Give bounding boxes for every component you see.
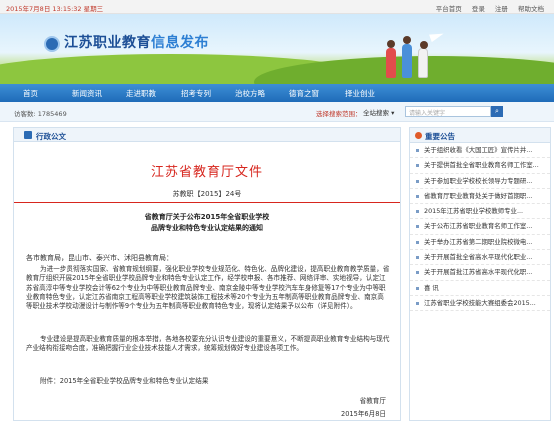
document-icon bbox=[24, 131, 32, 139]
top-links: 平台首页 登录 注册 帮助文档 bbox=[428, 3, 544, 13]
announcement-panel: 重要公告 关于组织收看《大国工匠》宣传片并... 关于提供首批全省职业教育名师工… bbox=[409, 127, 551, 421]
nav-item-career[interactable]: 择业创业 bbox=[345, 88, 375, 99]
list-item[interactable]: 2015年江苏省职业学校教师专业... bbox=[410, 204, 550, 220]
top-bar: 2015年7月8日 13:15:32 星期三 平台首页 登录 注册 帮助文档 bbox=[0, 0, 554, 14]
list-item[interactable]: 关于公布江苏省职业教育名师工作室... bbox=[410, 219, 550, 235]
nav-item-moral[interactable]: 德育之窗 bbox=[289, 88, 319, 99]
site-title-highlight: 信息发布 bbox=[151, 35, 209, 51]
list-item[interactable]: 关于举办江苏省第二期职业院校微电... bbox=[410, 235, 550, 251]
signer: 省教育厅 bbox=[359, 397, 386, 405]
list-item[interactable]: 关于开展首批全省高水平现代化职业... bbox=[410, 250, 550, 266]
nav-item-about[interactable]: 走进职教 bbox=[126, 88, 156, 99]
panel-header: 重要公告 bbox=[410, 128, 550, 143]
list-item[interactable]: 关于开展首批江苏省高水平现代化职... bbox=[410, 265, 550, 281]
document-number: 苏教职【2015】24号 bbox=[172, 190, 242, 198]
paper-plane-icon bbox=[429, 29, 445, 43]
site-title: 江苏职业教育信息发布 bbox=[64, 32, 209, 52]
nav-item-news[interactable]: 新闻资讯 bbox=[72, 88, 102, 99]
login-link[interactable]: 登录 bbox=[472, 5, 485, 13]
help-link[interactable]: 帮助文档 bbox=[518, 5, 544, 13]
list-item[interactable]: 关于参加职业学校校长领导力专题研... bbox=[410, 174, 550, 189]
list-item[interactable]: 省教育厅职业教育处关于做好首期职... bbox=[410, 189, 550, 205]
site-title-main: 江苏职业教育 bbox=[64, 35, 151, 51]
search-scope-label: 选择搜索范围： bbox=[316, 110, 362, 118]
search-input[interactable]: 请输入关键字 bbox=[405, 106, 491, 117]
red-divider bbox=[14, 202, 400, 203]
nav-item-admissions[interactable]: 招考专列 bbox=[181, 88, 211, 99]
body-paragraph: 为进一步贯彻落实国家、省教育规划纲要，强化职业学校专业规范化、特色化、品牌化建设… bbox=[26, 265, 390, 311]
notice-title-line: 品牌专业和特色专业认定结果的通知 bbox=[151, 224, 263, 232]
nav-item-strategy[interactable]: 治校方略 bbox=[235, 88, 265, 99]
visitor-count: 访客数: 1785469 bbox=[14, 110, 67, 118]
current-date: 2015年7月8日 13:15:32 星期三 bbox=[6, 5, 104, 13]
platform-home-link[interactable]: 平台首页 bbox=[436, 5, 462, 13]
document-title: 江苏省教育厅文件 bbox=[150, 165, 263, 180]
attachment-link[interactable]: 附件：2015年全省职业学校品牌专业和特色专业认定结果 bbox=[40, 375, 208, 385]
panel-title: 行政公文 bbox=[36, 132, 66, 141]
panel-header: 行政公文 bbox=[14, 128, 400, 142]
addressee: 各市教育局，昆山市、泰兴市、沭阳县教育局： bbox=[26, 254, 173, 262]
site-banner: 江苏职业教育信息发布 bbox=[0, 14, 554, 84]
notice-title-line: 省教育厅关于公布2015年全省职业学校 bbox=[144, 213, 270, 221]
announcement-icon bbox=[415, 132, 422, 139]
body-paragraph: 专业建设是提高职业教育质量的根本举措，各地各校要充分认识专业建设的重要意义，不断… bbox=[26, 335, 390, 353]
list-item[interactable]: 关于提供首批全省职业教育名师工作室... bbox=[410, 158, 550, 174]
panel-title: 重要公告 bbox=[425, 132, 455, 141]
info-bar: 访客数: 1785469 选择搜索范围： 全站搜索 ▾ 请输入关键字 ⌕ bbox=[0, 102, 554, 122]
register-link[interactable]: 注册 bbox=[495, 5, 508, 13]
search-scope-select[interactable]: 全站搜索 ▾ bbox=[363, 107, 394, 117]
notice-title: 省教育厅关于公布2015年全省职业学校 品牌专业和特色专业认定结果的通知 bbox=[14, 212, 400, 234]
list-item[interactable]: 江苏省职业学校技能大赛组委会2015... bbox=[410, 296, 550, 312]
site-logo-icon[interactable] bbox=[44, 36, 60, 52]
search-icon[interactable]: ⌕ bbox=[491, 106, 503, 117]
student-figure bbox=[418, 41, 428, 78]
sign-date: 2015年6月8日 bbox=[341, 410, 386, 418]
student-figure bbox=[402, 36, 412, 78]
nav-item-home[interactable]: 首页 bbox=[23, 88, 38, 99]
announcement-list: 关于组织收看《大国工匠》宣传片并... 关于提供首批全省职业教育名师工作室...… bbox=[410, 143, 550, 312]
list-item[interactable]: 关于组织收看《大国工匠》宣传片并... bbox=[410, 143, 550, 159]
document-panel: 行政公文 江苏省教育厅文件 苏教职【2015】24号 省教育厅关于公布2015年… bbox=[13, 127, 401, 421]
student-figure bbox=[386, 40, 396, 78]
main-nav: 首页 新闻资讯 走进职教 招考专列 治校方略 德育之窗 择业创业 bbox=[0, 84, 554, 102]
list-item[interactable]: 喜 讯 bbox=[410, 281, 550, 296]
